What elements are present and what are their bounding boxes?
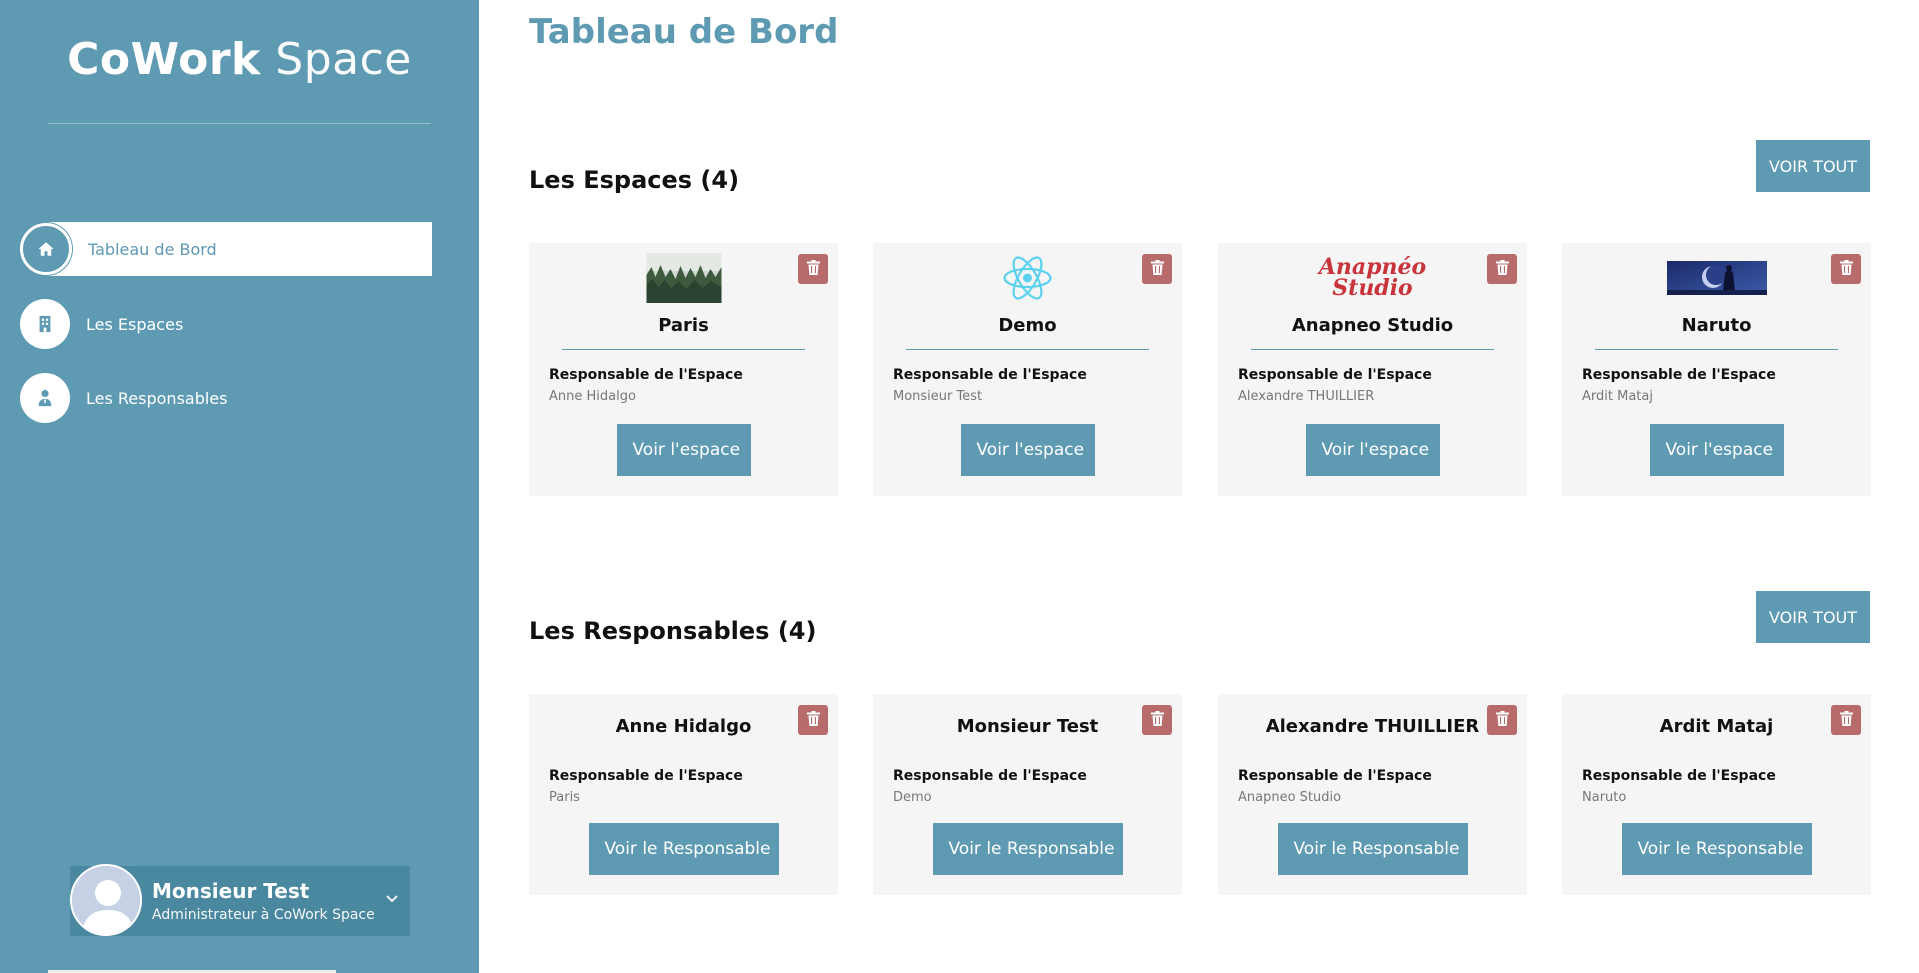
espace-value: Paris	[549, 790, 580, 805]
delete-button[interactable]	[1831, 254, 1861, 284]
responsable-value: Monsieur Test	[893, 389, 983, 404]
react-logo-icon	[990, 253, 1065, 303]
responsable-label: Responsable de l'Espace	[1582, 367, 1776, 383]
card-divider	[562, 349, 805, 350]
card-divider	[1595, 349, 1838, 350]
voir-responsable-button[interactable]: Voir le Responsable	[1621, 823, 1812, 875]
voir-tout-responsables-button[interactable]: VOIR TOUT	[1756, 591, 1870, 643]
card-divider	[1251, 349, 1494, 350]
user-tie-icon	[20, 373, 70, 423]
espace-card-paris: Paris Responsable de l'Espace Anne Hidal…	[529, 243, 838, 496]
brand-logo[interactable]: CoWork Space	[0, 34, 479, 85]
logo-text-line-2: Studio	[1332, 275, 1413, 301]
voir-espace-button[interactable]: Voir l'espace	[960, 424, 1095, 476]
responsable-label: Responsable de l'Espace	[549, 768, 743, 784]
responsable-label: Responsable de l'Espace	[1238, 768, 1432, 784]
app: CoWork Space Tableau de Bord Les Espaces…	[0, 0, 1919, 973]
section-title-responsables: Les Responsables (4)	[529, 617, 817, 645]
building-icon	[20, 299, 70, 349]
sidebar-item-les-responsables[interactable]: Les Responsables	[20, 371, 227, 425]
voir-responsable-button[interactable]: Voir le Responsable	[932, 823, 1123, 875]
voir-espace-button[interactable]: Voir l'espace	[1305, 424, 1440, 476]
profile-role: Administrateur à CoWork Space	[152, 907, 375, 923]
espace-value: Demo	[893, 790, 932, 805]
responsable-label: Responsable de l'Espace	[893, 367, 1087, 383]
voir-responsable-button[interactable]: Voir le Responsable	[588, 823, 779, 875]
responsable-name: Alexandre THUILLIER	[1265, 716, 1480, 737]
espace-value: Naruto	[1582, 790, 1627, 805]
profile-name: Monsieur Test	[152, 879, 310, 903]
responsable-label: Responsable de l'Espace	[1582, 768, 1776, 784]
sidebar-item-label: Les Responsables	[86, 388, 228, 408]
espace-thumbnail	[1666, 253, 1767, 303]
responsable-card: Monsieur Test Responsable de l'Espace De…	[873, 694, 1182, 895]
responsable-label: Responsable de l'Espace	[549, 367, 743, 383]
voir-espace-button[interactable]: Voir l'espace	[616, 424, 751, 476]
responsable-name: Ardit Mataj	[1659, 716, 1774, 737]
section-title-espaces: Les Espaces (4)	[529, 166, 740, 194]
anapneo-studio-logo: Anapnéo Studio	[1318, 253, 1428, 303]
avatar	[70, 864, 142, 936]
responsable-value: Ardit Mataj	[1582, 389, 1653, 404]
home-icon	[20, 223, 72, 275]
delete-button[interactable]	[1487, 254, 1517, 284]
responsable-card: Alexandre THUILLIER Responsable de l'Esp…	[1218, 694, 1527, 895]
brand-bold: CoWork	[67, 34, 261, 85]
trash-icon	[1839, 259, 1853, 279]
user-profile-menu[interactable]: Monsieur Test Administrateur à CoWork Sp…	[70, 864, 410, 936]
espace-value: Anapneo Studio	[1238, 790, 1342, 805]
espace-card-demo: Demo Responsable de l'Espace Monsieur Te…	[873, 243, 1182, 496]
espace-name: Demo	[998, 315, 1057, 336]
responsable-value: Alexandre THUILLIER	[1238, 389, 1375, 404]
delete-button[interactable]	[798, 254, 828, 284]
voir-tout-espaces-button[interactable]: VOIR TOUT	[1756, 140, 1870, 192]
sidebar: CoWork Space Tableau de Bord Les Espaces…	[0, 0, 479, 973]
responsable-name: Anne Hidalgo	[615, 716, 752, 737]
responsable-label: Responsable de l'Espace	[893, 768, 1087, 784]
profile-text: Monsieur Test Administrateur à CoWork Sp…	[152, 879, 375, 923]
trash-icon	[1495, 259, 1509, 279]
espace-thumbnail	[646, 253, 721, 303]
sidebar-item-label: Tableau de Bord	[88, 239, 217, 259]
responsable-card: Ardit Mataj Responsable de l'Espace Naru…	[1562, 694, 1871, 895]
brand-divider	[48, 123, 431, 124]
responsable-value: Anne Hidalgo	[549, 389, 636, 404]
responsable-name: Monsieur Test	[956, 716, 1099, 737]
espace-name: Naruto	[1681, 315, 1752, 336]
page-title: Tableau de Bord	[529, 12, 839, 52]
trash-icon	[806, 259, 820, 279]
chevron-down-icon[interactable]	[384, 890, 400, 910]
delete-button[interactable]	[1142, 254, 1172, 284]
responsable-card: Anne Hidalgo Responsable de l'Espace Par…	[529, 694, 838, 895]
espace-name: Paris	[658, 315, 709, 336]
voir-responsable-button[interactable]: Voir le Responsable	[1277, 823, 1468, 875]
sidebar-item-les-espaces[interactable]: Les Espaces	[20, 297, 183, 351]
sidebar-item-tableau-de-bord[interactable]: Tableau de Bord	[20, 222, 432, 276]
espace-card-anapneo-studio: Anapnéo Studio Anapneo Studio Responsabl…	[1218, 243, 1527, 496]
trash-icon	[1150, 259, 1164, 279]
sidebar-item-label: Les Espaces	[86, 314, 184, 334]
card-divider	[906, 349, 1149, 350]
espace-name: Anapneo Studio	[1291, 315, 1454, 336]
voir-espace-button[interactable]: Voir l'espace	[1649, 424, 1784, 476]
espace-card-naruto: Naruto Responsable de l'Espace Ardit Mat…	[1562, 243, 1871, 496]
responsable-label: Responsable de l'Espace	[1238, 367, 1432, 383]
brand-light: Space	[275, 34, 412, 85]
